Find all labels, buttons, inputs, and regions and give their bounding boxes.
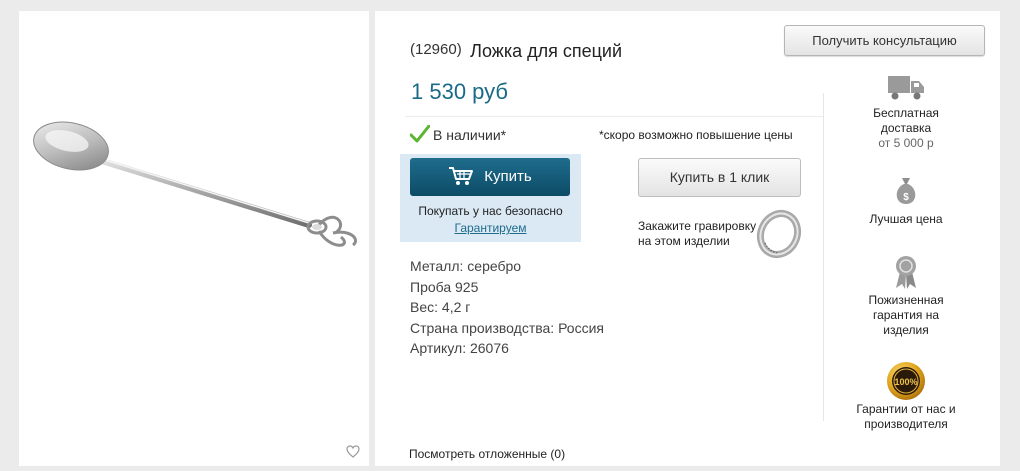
heart-icon[interactable] xyxy=(346,445,360,458)
spec-metal: Металл: серебро xyxy=(410,258,522,274)
stock-label: В наличии* xyxy=(433,127,507,143)
price-note: *скоро возможно повышение цены xyxy=(599,128,793,142)
engraving-line-2: на этом изделии xyxy=(638,234,730,248)
feature-guarantee: 100% Гарантии от нас и производителя xyxy=(836,361,976,432)
spec-fineness: Проба 925 xyxy=(410,278,479,295)
buy-button[interactable]: Купить xyxy=(410,158,570,196)
seal-badge-text: 100% xyxy=(894,377,917,387)
spec-article: Артикул: 26076 xyxy=(410,340,509,356)
safe-purchase-text: Покупать у нас безопасно xyxy=(418,204,563,218)
feature-lifetime-warranty: Пожизненная гарантия на изделия xyxy=(836,254,976,338)
engraving-line-1: Закажите гравировку xyxy=(638,219,757,233)
product-details-panel: (12960) Ложка для специй Получить консул… xyxy=(375,11,1000,466)
engraved-ring-icon[interactable] xyxy=(755,207,803,259)
feature-guarantee-line-2: производителя xyxy=(864,417,948,431)
feature-best-price: $ Лучшая цена xyxy=(836,176,976,227)
truck-icon xyxy=(888,76,924,100)
feature-price-line-1: Лучшая цена xyxy=(869,212,943,226)
product-price: 1 530 руб xyxy=(411,79,509,104)
feature-free-delivery: Бесплатная доставка от 5 000 р xyxy=(836,74,976,151)
column-divider xyxy=(823,93,824,421)
saved-items-link[interactable]: Посмотреть отложенные (0) xyxy=(409,447,565,461)
product-image-spoon[interactable] xyxy=(19,11,369,466)
feature-guarantee-line-1: Гарантии от нас и xyxy=(856,402,956,416)
shopping-cart-icon xyxy=(449,167,474,185)
product-title: Ложка для специй xyxy=(470,41,623,61)
feature-warranty-line-2: гарантия на xyxy=(872,308,940,322)
feature-warranty-line-3: изделия xyxy=(883,323,929,337)
svg-text:$: $ xyxy=(903,192,909,203)
gold-seal-icon: 100% xyxy=(887,362,925,400)
buy-button-label: Купить xyxy=(484,168,532,185)
feature-delivery-line-2: доставка xyxy=(880,121,932,135)
consultation-button[interactable]: Получить консультацию xyxy=(784,25,985,56)
money-bag-icon: $ xyxy=(896,178,916,204)
feature-warranty-line-1: Пожизненная xyxy=(868,293,944,307)
product-heading: (12960) Ложка для специй xyxy=(410,41,622,62)
product-image-panel xyxy=(19,11,369,466)
spec-country: Страна производства: Россия xyxy=(410,319,604,336)
product-sku: (12960) xyxy=(410,41,462,58)
buy-box: Купить Покупать у нас безопасно Гарантир… xyxy=(400,154,581,242)
feature-delivery-line-1: Бесплатная xyxy=(873,106,939,120)
guarantee-link[interactable]: Гарантируем xyxy=(400,221,581,235)
engraving-offer[interactable]: Закажите гравировку на этом изделии xyxy=(638,219,756,249)
product-specs: Металл: серебро Проба 925 Вес: 4,2 г Стр… xyxy=(410,256,604,359)
one-click-buy-button[interactable]: Купить в 1 клик xyxy=(638,158,801,197)
feature-delivery-sub: от 5 000 р xyxy=(878,136,934,150)
award-ribbon-icon xyxy=(896,256,916,289)
divider xyxy=(405,116,823,117)
spec-weight: Вес: 4,2 г xyxy=(410,299,471,315)
stock-status: В наличии* xyxy=(409,124,507,143)
checkmark-icon xyxy=(409,124,431,143)
